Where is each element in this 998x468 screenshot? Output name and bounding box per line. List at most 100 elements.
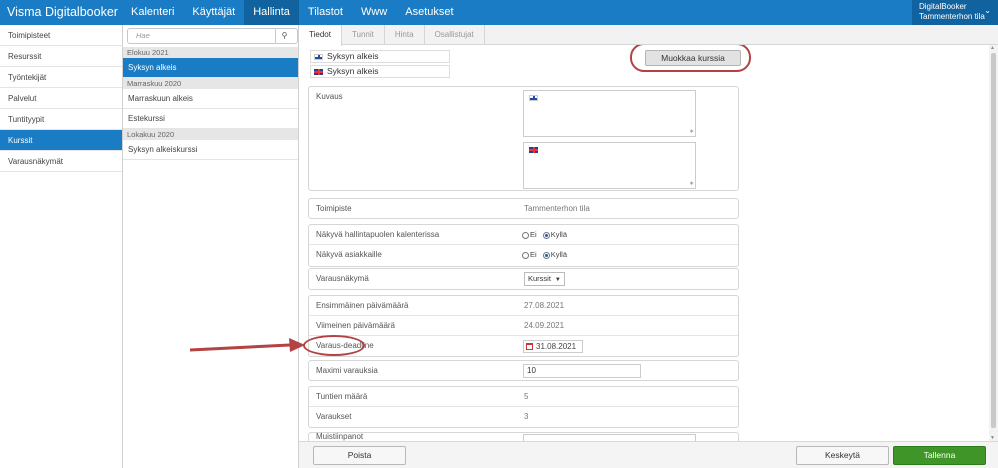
visible-admin-label: Näkyvä hallintapuolen kalenterissa xyxy=(316,230,440,239)
finland-flag-icon xyxy=(314,53,323,60)
tab-tiedot[interactable]: Tiedot xyxy=(299,25,342,46)
course-name-en: Syksyn alkeis xyxy=(310,65,450,78)
visible-customers-radios: Ei Kyllä xyxy=(522,245,571,265)
sidebar-item-tuntityypit[interactable]: Tuntityypit xyxy=(0,109,122,130)
delete-button[interactable]: Poista xyxy=(313,446,406,465)
list-item[interactable]: Estekurssi xyxy=(123,109,298,129)
cancel-button[interactable]: Keskeytä xyxy=(796,446,889,465)
max-bookings-input[interactable]: 10 xyxy=(523,364,641,378)
sidebar-item-resurssit[interactable]: Resurssit xyxy=(0,46,122,67)
notes-row: Muistiinpanot xyxy=(309,432,738,441)
max-bookings-row: Maximi varauksia 10 xyxy=(309,361,738,381)
description-en-textarea[interactable]: ∗ xyxy=(523,142,696,189)
group-heading: Lokakuu 2020 xyxy=(123,129,298,140)
sidebar-item-palvelut[interactable]: Palvelut xyxy=(0,88,122,109)
notes-input[interactable] xyxy=(523,434,696,441)
account-menu[interactable]: DigitalBooker Tammenterhon tila ⌄ xyxy=(912,0,998,25)
save-button[interactable]: Tallenna xyxy=(893,446,986,465)
scroll-up-icon[interactable]: ▲ xyxy=(990,45,995,51)
topnav-tilastot[interactable]: Tilastot xyxy=(299,0,352,25)
deadline-row: Varaus-deadline 31.08.2021 xyxy=(309,336,738,356)
top-bar: Visma Digitalbooker Kalenteri Käyttäjät … xyxy=(0,0,998,25)
calendar-icon[interactable] xyxy=(526,343,533,350)
course-list-panel: Hae ⚲ Elokuu 2021 Syksyn alkeis Marrasku… xyxy=(123,25,299,468)
list-item[interactable]: Syksyn alkeiskurssi xyxy=(123,140,298,160)
edit-course-button[interactable]: Muokkaa kurssia xyxy=(645,50,741,66)
caret-down-icon: ▼ xyxy=(554,277,561,283)
visibility-card: Näkyvä hallintapuolen kalenterissa Ei Ky… xyxy=(308,224,739,267)
search-input[interactable]: Hae xyxy=(127,28,298,44)
topnav-kalenteri[interactable]: Kalenteri xyxy=(122,0,183,25)
bookings-value: 3 xyxy=(524,412,529,421)
group-heading: Marraskuu 2020 xyxy=(123,78,298,89)
deadline-value: 31.08.2021 xyxy=(536,342,577,351)
radio-kylla[interactable] xyxy=(542,251,550,259)
location-card: Toimipiste Tammenterhon tila xyxy=(308,198,739,219)
notes-card: Muistiinpanot xyxy=(308,432,739,441)
visible-admin-row: Näkyvä hallintapuolen kalenterissa Ei Ky… xyxy=(309,225,738,245)
group-heading: Elokuu 2021 xyxy=(123,47,298,58)
hours-value: 5 xyxy=(524,392,529,401)
topnav-kayttajat[interactable]: Käyttäjät xyxy=(183,0,244,25)
sidebar-item-toimipisteet[interactable]: Toimipisteet xyxy=(0,25,122,46)
booking-view-label: Varausnäkymä xyxy=(316,274,369,283)
visible-customers-label: Näkyvä asiakkaille xyxy=(316,250,382,259)
last-date-value: 24.09.2021 xyxy=(524,321,565,330)
tab-hinta[interactable]: Hinta xyxy=(385,25,425,44)
radio-kylla[interactable] xyxy=(542,231,550,239)
radio-ei-label: Ei xyxy=(530,230,537,239)
list-item[interactable]: Marraskuun alkeis xyxy=(123,89,298,109)
radio-ei[interactable] xyxy=(522,251,529,259)
location-row: Toimipiste Tammenterhon tila xyxy=(309,199,738,219)
course-name-en-text: Syksyn alkeis xyxy=(327,66,379,76)
chevron-down-icon: ⌄ xyxy=(984,6,991,15)
list-item[interactable]: Syksyn alkeis xyxy=(123,58,298,78)
booking-view-row: Varausnäkymä Kurssit ▼ xyxy=(309,269,738,289)
description-fi-textarea[interactable]: ∗ xyxy=(523,90,696,137)
radio-kylla-label: Kyllä xyxy=(550,230,568,239)
radio-kylla-label: Kyllä xyxy=(550,250,568,259)
hours-label: Tuntien määrä xyxy=(316,392,368,401)
sidebar-item-tyontekijat[interactable]: Työntekijät xyxy=(0,67,122,88)
bookings-label: Varaukset xyxy=(316,412,352,421)
booking-view-select[interactable]: Kurssit ▼ xyxy=(524,272,565,286)
last-date-label: Viimeinen päivämäärä xyxy=(316,321,396,330)
resize-handle-icon[interactable]: ∗ xyxy=(689,181,694,187)
sidebar-item-kurssit[interactable]: Kurssit xyxy=(0,130,122,151)
course-name-fi: Syksyn alkeis xyxy=(310,50,450,63)
topnav-www[interactable]: Www xyxy=(352,0,396,25)
scrollbar[interactable]: ▲ ▼ xyxy=(989,45,998,441)
location-value: Tammenterhon tila xyxy=(524,204,590,213)
bottom-bar: Poista Keskeytä Tallenna xyxy=(299,441,998,468)
max-bookings-label: Maximi varauksia xyxy=(316,366,378,375)
tab-tunnit[interactable]: Tunnit xyxy=(342,25,385,44)
dates-card: Ensimmäinen päivämäärä 27.08.2021 Viimei… xyxy=(308,295,739,357)
hours-row: Tuntien määrä 5 xyxy=(309,387,738,407)
tab-osallistujat[interactable]: Osallistujat xyxy=(425,25,485,44)
scrollbar-thumb[interactable] xyxy=(991,53,996,428)
first-date-value: 27.08.2021 xyxy=(524,301,565,310)
max-bookings-card: Maximi varauksia 10 xyxy=(308,360,739,381)
topnav-asetukset[interactable]: Asetukset xyxy=(396,0,462,25)
visible-customers-row: Näkyvä asiakkaille Ei Kyllä xyxy=(309,245,738,265)
radio-ei[interactable] xyxy=(522,231,529,239)
description-card: Kuvaus ∗ ∗ xyxy=(308,86,739,191)
radio-ei-label: Ei xyxy=(530,250,537,259)
top-nav: Kalenteri Käyttäjät Hallinta Tilastot Ww… xyxy=(122,0,463,25)
course-details: Syksyn alkeis Syksyn alkeis Muokkaa kurs… xyxy=(299,45,998,441)
app-title: Visma Digitalbooker xyxy=(7,5,118,19)
resize-handle-icon[interactable]: ∗ xyxy=(689,129,694,135)
bookings-row: Varaukset 3 xyxy=(309,407,738,427)
location-label: Toimipiste xyxy=(316,204,352,213)
finland-flag-icon xyxy=(529,95,538,101)
search-icon[interactable]: ⚲ xyxy=(275,29,293,43)
deadline-highlight-oval xyxy=(303,335,365,356)
uk-flag-icon xyxy=(314,68,323,75)
course-name-fi-text: Syksyn alkeis xyxy=(327,51,379,61)
tab-bar: Tiedot Tunnit Hinta Osallistujat xyxy=(299,25,998,46)
deadline-date-input[interactable]: 31.08.2021 xyxy=(523,340,583,353)
visible-admin-radios: Ei Kyllä xyxy=(522,225,571,245)
topnav-hallinta[interactable]: Hallinta xyxy=(244,0,299,25)
annotation-arrow-icon xyxy=(190,338,305,352)
sidebar-item-varausnakymat[interactable]: Varausnäkymät xyxy=(0,151,122,172)
